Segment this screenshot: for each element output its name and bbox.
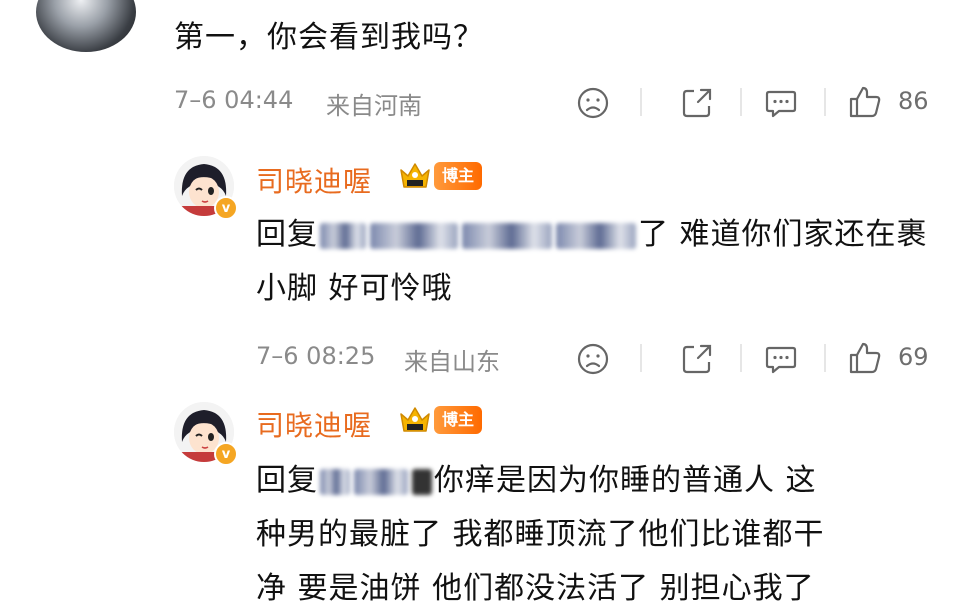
blurred-username [320, 468, 350, 495]
reply-line-2: 种男的最脏了 我都睡顶流了他们比谁都干 [256, 517, 825, 552]
thumbs-up-icon[interactable] [848, 85, 882, 119]
divider [740, 88, 742, 116]
reply-line-3: 净 要是油饼 他们都没法活了 别担心我了 [256, 571, 815, 606]
reply-username[interactable]: 司晓迪喔 [256, 160, 372, 200]
verified-v-icon: v [214, 442, 238, 466]
blurred-username [462, 222, 552, 249]
blogger-tag: 博主 [434, 406, 483, 434]
crown-icon [400, 163, 430, 188]
blurred-username [354, 468, 408, 495]
reply-location: 来自山东 [404, 348, 500, 376]
share-icon[interactable] [680, 342, 714, 376]
blurred-username [412, 468, 432, 495]
comment-icon[interactable] [764, 342, 798, 376]
crown-icon [400, 407, 430, 432]
comment-time: 7–6 04:44 [174, 86, 294, 114]
sad-face-icon[interactable] [576, 86, 610, 120]
divider [640, 344, 642, 372]
reply-time: 7–6 08:25 [256, 342, 376, 370]
reply-line-1: 你痒是因为你睡的普通人 这 [434, 463, 817, 498]
divider [640, 88, 642, 116]
like-count: 69 [898, 343, 929, 371]
share-icon[interactable] [680, 86, 714, 120]
divider [824, 88, 826, 116]
comment-text: 第一，你会看到我吗？ [174, 20, 484, 55]
reply-prefix: 回复 [256, 217, 318, 252]
reply-content: 回复 你痒是因为你睡的普通人 这 种男的最脏了 我都睡顶流了他们比谁都干 净 要是… [256, 454, 946, 616]
thumbs-up-icon[interactable] [848, 341, 882, 375]
divider [824, 344, 826, 372]
reply-content: 回复 了 难道你们家还在裹 小脚 好可怜哦 [256, 208, 946, 316]
blogger-tag: 博主 [434, 162, 483, 190]
reply-prefix: 回复 [256, 463, 318, 498]
comment-icon[interactable] [764, 86, 798, 120]
blurred-username [556, 222, 636, 249]
divider [740, 344, 742, 372]
commenter-avatar[interactable] [36, 0, 136, 52]
reply-line-1: 了 难道你们家还在裹 [638, 217, 928, 252]
comment-location: 来自河南 [326, 92, 422, 120]
verified-v-icon: v [214, 196, 238, 220]
sad-face-icon[interactable] [576, 342, 610, 376]
blurred-username [320, 222, 366, 249]
reply-line-2: 小脚 好可怜哦 [256, 271, 453, 306]
blurred-username [370, 222, 458, 249]
like-count: 86 [898, 87, 929, 115]
reply-username[interactable]: 司晓迪喔 [256, 404, 372, 444]
